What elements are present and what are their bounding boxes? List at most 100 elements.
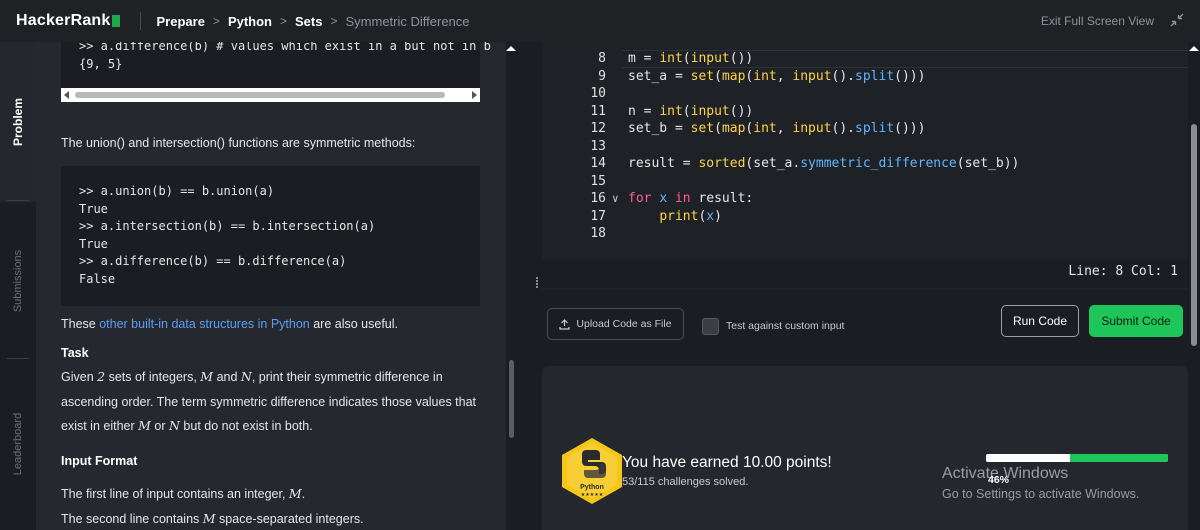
challenges-solved-text: 53/115 challenges solved.: [622, 476, 749, 488]
code-line: >> a.union(b) == b.union(a): [79, 184, 275, 198]
points-earned-text: You have earned 10.00 points!: [622, 454, 832, 471]
input-format-heading: Input Format: [61, 454, 138, 468]
scroll-left-icon[interactable]: [64, 91, 69, 99]
task-heading: Task: [61, 346, 89, 360]
line-code: m = int(input()): [628, 51, 754, 66]
line-number: 16: [590, 191, 606, 206]
tab-divider: [7, 358, 29, 359]
text: .: [301, 487, 306, 501]
horizontal-scrollbar[interactable]: [61, 88, 480, 102]
code-line: {9, 5}: [79, 56, 123, 71]
math-N: N: [169, 418, 180, 433]
breadcrumb-sets[interactable]: Sets: [295, 14, 322, 29]
breadcrumb-python[interactable]: Python: [228, 14, 272, 29]
progress-fill: [1070, 454, 1168, 462]
scroll-up-icon[interactable]: [506, 46, 516, 51]
problem-scrollbar-thumb[interactable]: [509, 360, 514, 438]
input-line-2: The second line contains M space-separat…: [61, 507, 491, 530]
text: The first line of input contains an inte…: [61, 487, 289, 501]
side-tabs: Problem Submissions Leaderboard: [0, 42, 36, 530]
page-scrollbar[interactable]: [1188, 42, 1200, 530]
editor-status-bar: Line: 8 Col: 1: [542, 260, 1188, 288]
cursor-position: Line: 8 Col: 1: [1068, 264, 1178, 279]
text: or: [150, 419, 169, 433]
tab-leaderboard[interactable]: Leaderboard: [0, 360, 36, 528]
math-M: M: [138, 418, 151, 433]
python-badge-icon: Python ★★★★★: [562, 438, 622, 504]
text: but do not exist in both.: [179, 419, 313, 433]
result-panel: Python ★★★★★ You have earned 10.00 point…: [542, 366, 1188, 530]
fold-chevron-icon[interactable]: ∨: [612, 190, 619, 208]
also-useful-text: These other built-in data structures in …: [61, 312, 491, 337]
code-editor[interactable]: 8 m = int(input()) 9 set_a = set(map(int, i…: [542, 42, 1188, 290]
scroll-up-icon[interactable]: [1189, 46, 1199, 51]
topbar-divider: [139, 12, 141, 30]
text: exist in either: [61, 419, 139, 433]
editor-actions: Upload Code as File Test against custom …: [542, 290, 1188, 362]
code-line: >> a.intersection(b) == b.intersection(a…: [79, 219, 376, 233]
line-number: 17: [590, 208, 606, 224]
tab-submissions[interactable]: Submissions: [0, 202, 36, 360]
input-format-text: The first line of input contains an inte…: [61, 482, 491, 530]
math-2: 2: [97, 369, 106, 384]
line-number: 15: [590, 173, 606, 189]
logo-square-icon: [111, 15, 120, 27]
input-line-1: The first line of input contains an inte…: [61, 482, 491, 507]
code-line: >> a.difference(b) # values which exist …: [79, 42, 491, 53]
line-code: n = int(input()): [628, 103, 754, 119]
upload-code-button[interactable]: Upload Code as File: [547, 308, 684, 340]
chevron-right-icon: >: [330, 14, 338, 28]
line-number: 12: [590, 121, 606, 136]
text: sets of integers,: [105, 370, 201, 384]
tab-leaderboard-label: Leaderboard: [12, 412, 25, 476]
drag-handle-icon[interactable]: [534, 276, 540, 292]
line-number: 8: [598, 51, 606, 66]
upload-icon: [559, 318, 571, 330]
code-line: True: [79, 236, 108, 251]
task-line-1: Given 2 sets of integers, M and N, print…: [61, 365, 491, 390]
custom-input-checkbox[interactable]: [702, 318, 719, 335]
submit-code-button[interactable]: Submit Code: [1089, 305, 1183, 337]
upload-code-label: Upload Code as File: [576, 318, 672, 330]
line-number: 18: [590, 226, 606, 241]
breadcrumb-current: Symmetric Difference: [345, 13, 470, 29]
scroll-right-icon[interactable]: [472, 91, 477, 99]
line-number: 9: [598, 68, 606, 84]
custom-input-label[interactable]: Test against custom input: [726, 320, 844, 332]
tab-submissions-label: Submissions: [12, 249, 25, 313]
activate-windows-subtitle: Go to Settings to activate Windows.: [942, 487, 1140, 501]
line-code: set_b = set(map(int, input().split())): [628, 121, 926, 136]
scrollbar-thumb[interactable]: [75, 92, 445, 98]
hackerrank-logo[interactable]: HackerRank: [16, 12, 120, 30]
code-line: True: [79, 201, 108, 216]
math-M: M: [202, 510, 216, 526]
logo-text: HackerRank: [16, 12, 111, 29]
tab-problem[interactable]: Problem: [0, 42, 36, 202]
line-code: print(x): [659, 208, 722, 224]
chevron-right-icon: >: [280, 14, 288, 28]
top-bar: HackerRank Prepare > Python > Sets > Sym…: [0, 0, 1200, 42]
line-number: 13: [590, 138, 606, 154]
exit-fullscreen-link[interactable]: Exit Full Screen View: [1041, 14, 1154, 28]
math-N: N: [240, 369, 252, 384]
line-number: 11: [590, 103, 606, 119]
breadcrumb-prepare[interactable]: Prepare: [157, 14, 205, 29]
data-structures-link[interactable]: other built-in data structures in Python: [99, 317, 310, 331]
chevron-right-icon: >: [212, 14, 220, 28]
page-scrollbar-thumb[interactable]: [1191, 124, 1197, 346]
collapse-icon[interactable]: [1170, 13, 1184, 27]
problem-panel: >> a.difference(b) # values which exist …: [36, 42, 506, 530]
line-code: for x in result:: [628, 191, 754, 206]
math-M: M: [200, 369, 214, 384]
tab-divider: [7, 200, 29, 201]
text: and: [213, 370, 241, 384]
badge-stars: ★★★★★: [581, 492, 604, 498]
panel-splitter[interactable]: [506, 42, 532, 530]
badge-label: Python: [580, 484, 604, 491]
run-code-button[interactable]: Run Code: [1001, 305, 1079, 337]
line-number: 10: [590, 86, 606, 101]
line-number: 14: [590, 156, 606, 171]
text: space-separated integers.: [215, 511, 364, 526]
text: The second line contains: [61, 511, 203, 526]
text: These: [61, 317, 100, 331]
